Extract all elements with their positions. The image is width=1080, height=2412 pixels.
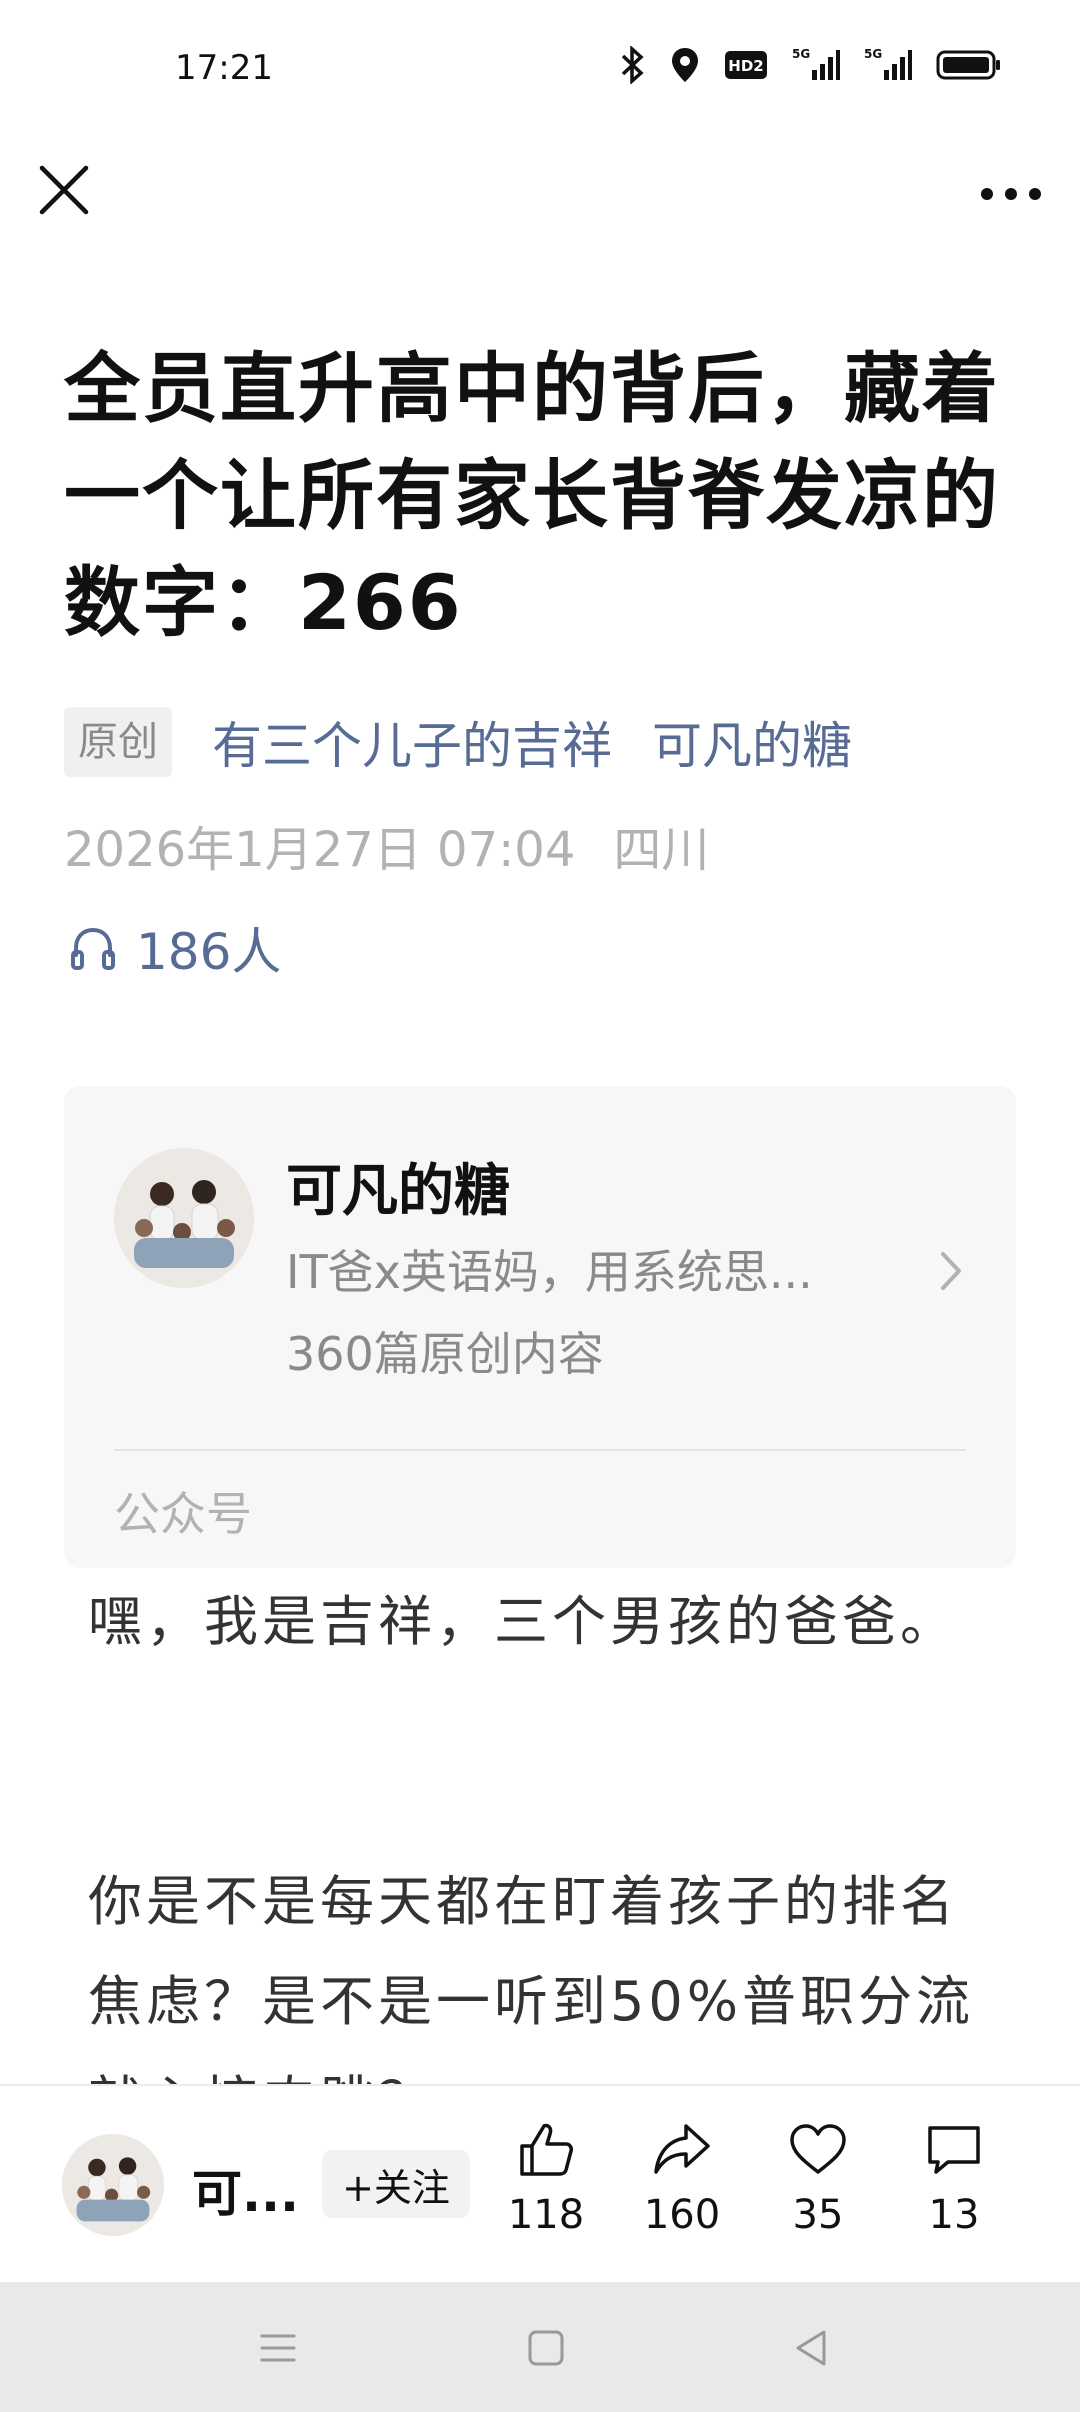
- comment-count: 13: [928, 2192, 980, 2238]
- listen-count-text: 186人: [136, 923, 282, 981]
- card-divider: [114, 1449, 966, 1451]
- network-label: 5G: [792, 47, 810, 61]
- heart-icon: [790, 2124, 846, 2174]
- hd2-icon: HD2: [725, 51, 767, 79]
- share-arrow-icon: [654, 2124, 710, 2174]
- hd-label: HD2: [728, 57, 763, 75]
- family-photo-avatar: [62, 2134, 164, 2236]
- comment-icon: [928, 2126, 980, 2174]
- system-navigation-bar: [0, 2282, 1080, 2412]
- account-card[interactable]: 可凡的糖 IT爸x英语妈，用系统思... 360篇原创内容 公众号: [64, 1086, 1016, 1568]
- account-article-count: 360篇原创内容: [286, 1327, 604, 1381]
- menu-icon[interactable]: [256, 2326, 300, 2370]
- account-name-short[interactable]: 可...: [192, 2154, 299, 2226]
- share-button[interactable]: 160: [622, 2118, 742, 2238]
- favorite-count: 35: [792, 2192, 844, 2238]
- account-name: 可凡的糖: [286, 1159, 510, 1224]
- location-icon: [672, 48, 698, 82]
- network-label: 5G: [864, 47, 882, 61]
- comment-button[interactable]: 13: [894, 2118, 1014, 2238]
- publish-info: 2026年1月27日 07:04 四川: [64, 810, 709, 880]
- bottom-action-bar: 可... +关注 118 160 35 13: [0, 2084, 1080, 2284]
- body-paragraph: 你是不是每天都在盯着孩子的排名焦虑？是不是一听到50%普职分流就心惊肉跳？: [88, 1870, 975, 2084]
- favorite-button[interactable]: 35: [758, 2118, 878, 2238]
- body-paragraph: 嘿，我是吉祥，三个男孩的爸爸。: [88, 1590, 958, 1653]
- share-count: 160: [643, 2192, 721, 2238]
- author-link[interactable]: 有三个儿子的吉祥: [212, 706, 612, 778]
- more-icon: [981, 188, 1041, 200]
- account-description: IT爸x英语妈，用系统思...: [286, 1245, 813, 1299]
- account-link[interactable]: 可凡的糖: [652, 706, 852, 778]
- publish-location: 四川: [613, 822, 710, 878]
- 5g-signal-icon: 5G: [792, 47, 840, 80]
- battery-icon: [936, 50, 1000, 80]
- account-avatar-small[interactable]: [62, 2134, 164, 2236]
- like-button[interactable]: 118: [486, 2118, 606, 2238]
- article-title: 全员直升高中的背后，藏着一个让所有家长背脊发凉的数字：266: [64, 344, 1000, 647]
- more-button[interactable]: [976, 165, 1046, 225]
- 5g-signal-icon: 5G: [864, 47, 912, 80]
- thumbs-up-icon: [520, 2123, 573, 2176]
- headphones-icon: [71, 927, 115, 970]
- close-button[interactable]: [34, 160, 94, 220]
- like-count: 118: [507, 2192, 585, 2238]
- bluetooth-icon: [621, 46, 644, 84]
- listen-count[interactable]: 186人: [68, 912, 281, 984]
- follow-button[interactable]: +关注: [322, 2150, 470, 2218]
- account-type: 公众号: [114, 1487, 252, 1541]
- status-bar: 17:21 HD2 5G 5G: [0, 0, 1080, 140]
- status-time: 17:21: [175, 48, 273, 88]
- article-meta: 原创 有三个儿子的吉祥 可凡的糖: [64, 706, 852, 778]
- account-avatar: [114, 1148, 254, 1288]
- publish-date: 2026年1月27日 07:04: [64, 822, 576, 878]
- close-icon: [39, 165, 89, 215]
- family-photo-avatar: [114, 1148, 254, 1288]
- home-icon[interactable]: [524, 2326, 568, 2370]
- original-badge: 原创: [64, 707, 172, 777]
- chevron-right-icon: [941, 1252, 961, 1290]
- back-icon[interactable]: [790, 2326, 834, 2370]
- status-icons: HD2 5G 5G: [620, 46, 1002, 84]
